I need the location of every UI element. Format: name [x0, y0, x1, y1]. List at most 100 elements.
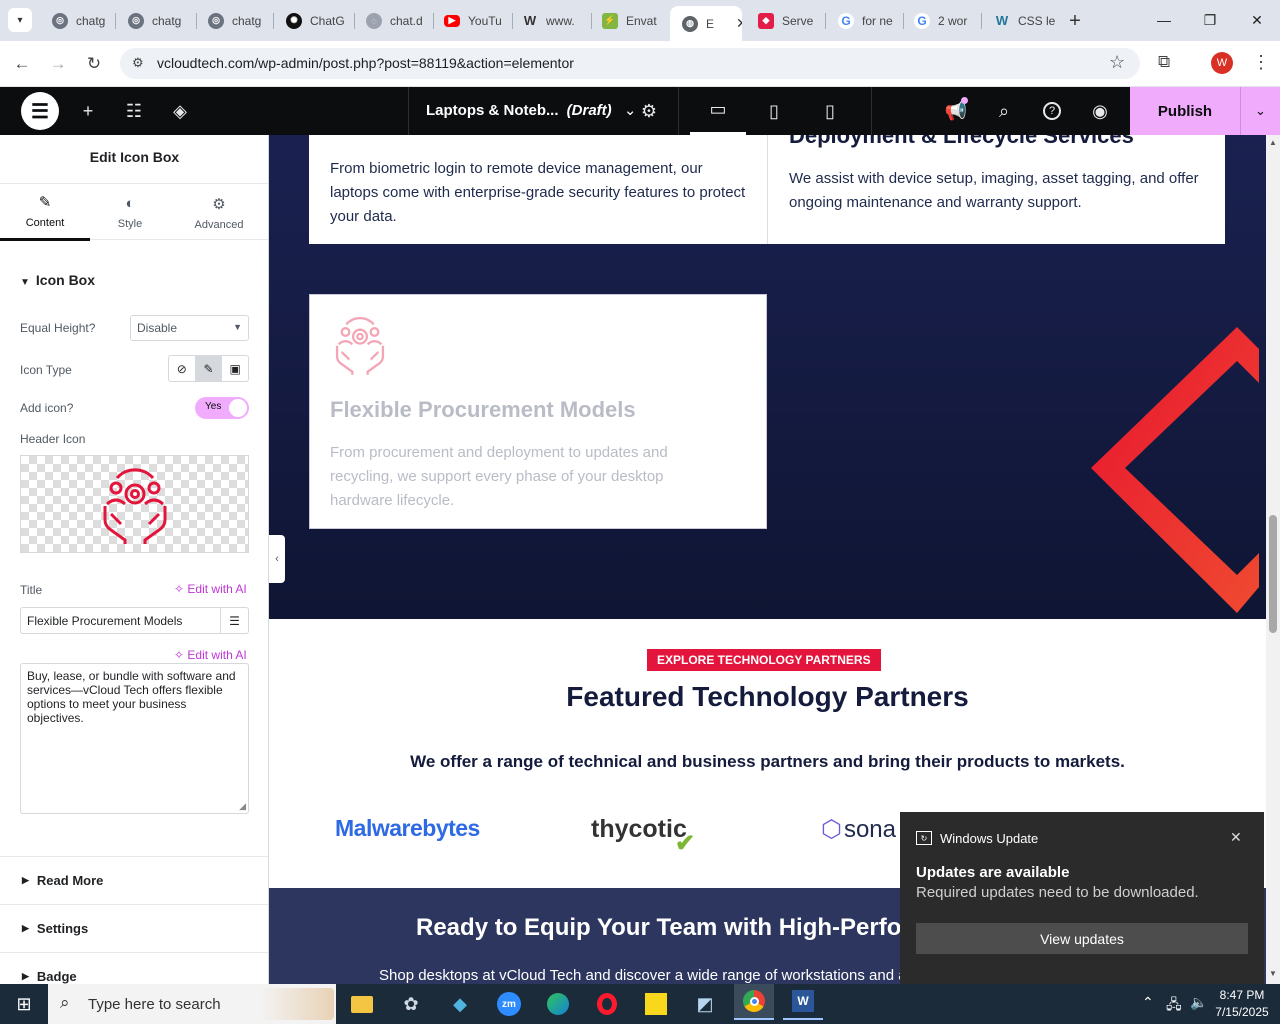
- equal-height-select[interactable]: Disable ▼: [130, 315, 249, 341]
- close-tab-icon[interactable]: ✕: [736, 15, 742, 32]
- service-card[interactable]: From biometric login to remote device ma…: [309, 135, 767, 244]
- resize-handle-icon[interactable]: ◢: [239, 799, 246, 813]
- tray-overflow-icon[interactable]: ⌃: [1142, 994, 1154, 1011]
- mobile-view-button[interactable]: ▯: [802, 87, 858, 135]
- selected-icon-box[interactable]: Flexible Procurement Models From procure…: [309, 294, 767, 529]
- notifications-button[interactable]: 📢: [940, 87, 972, 135]
- desktop-view-button[interactable]: ▭: [690, 87, 746, 135]
- new-tab-button[interactable]: +: [1062, 8, 1088, 34]
- structure-button[interactable]: ◈: [164, 87, 196, 135]
- description-textarea[interactable]: Buy, lease, or bundle with software and …: [20, 663, 249, 814]
- page-settings-button[interactable]: ⚙: [634, 87, 664, 135]
- forward-button[interactable]: →: [45, 51, 71, 77]
- scroll-up-icon[interactable]: ▲: [1269, 138, 1277, 147]
- site-settings-button[interactable]: ☷: [118, 87, 150, 135]
- view-updates-button[interactable]: View updates: [916, 923, 1248, 954]
- taskbar-zoom[interactable]: zm: [489, 988, 529, 1020]
- edit-with-ai-description-button[interactable]: ✧ Edit with AI: [174, 648, 247, 662]
- browser-tab[interactable]: G2 wor: [902, 6, 982, 35]
- canvas-scrollbar[interactable]: ▲ ▼: [1266, 135, 1280, 985]
- chatgpt-favicon-icon: ◎: [52, 12, 68, 29]
- edit-with-ai-title-button[interactable]: ✧ Edit with AI: [174, 582, 247, 596]
- add-element-button[interactable]: +: [72, 87, 104, 135]
- browser-tab[interactable]: ◎ chatg: [116, 6, 192, 35]
- browser-tab[interactable]: ▶ YouTu: [432, 6, 510, 35]
- windows-update-toast[interactable]: ↻ Windows Update ✕ Updates are available…: [900, 812, 1264, 984]
- sparkle-icon: ✧: [174, 582, 185, 596]
- taskbar-chrome[interactable]: [734, 984, 774, 1020]
- url-text[interactable]: vcloudtech.com/wp-admin/post.php?post=88…: [157, 55, 574, 71]
- browser-tab[interactable]: ◎ chatg: [40, 6, 112, 35]
- caret-down-icon: ▼: [233, 322, 242, 332]
- preview-button[interactable]: ◉: [1084, 87, 1116, 135]
- taskbar-edge[interactable]: [538, 988, 578, 1020]
- scroll-down-icon[interactable]: ▼: [1269, 969, 1277, 978]
- bookmark-star-icon[interactable]: ☆: [1109, 52, 1125, 73]
- icon-type-image[interactable]: ▣: [222, 356, 248, 381]
- taskbar-clock[interactable]: 8:47 PM 7/15/2025: [1212, 987, 1272, 1021]
- header-icon-picker[interactable]: [20, 455, 249, 553]
- taskbar-sticky-notes[interactable]: [636, 988, 676, 1020]
- start-button[interactable]: ⊞: [4, 988, 44, 1020]
- tab-search-button[interactable]: ▾: [8, 8, 32, 32]
- icon-type-none[interactable]: ⊘: [169, 356, 196, 381]
- icon-type-icon[interactable]: ✎: [195, 356, 223, 381]
- add-icon-label: Add icon?: [20, 401, 74, 415]
- service-card[interactable]: Deployment & Lifecycle Services We assis…: [767, 135, 1225, 244]
- section-settings[interactable]: ▶ Settings: [0, 904, 268, 952]
- paper-icon: ◩: [696, 993, 714, 1014]
- taskbar-app[interactable]: ◩: [685, 988, 725, 1020]
- browser-tab[interactable]: ◆ Serve: [746, 6, 826, 35]
- thycotic-logo: thycotic ✔: [591, 815, 696, 857]
- taskbar-word[interactable]: W: [783, 984, 823, 1020]
- kebab-menu-icon[interactable]: ⋮: [1252, 52, 1270, 73]
- help-button[interactable]: ?: [1036, 87, 1068, 135]
- tablet-view-button[interactable]: ▯: [746, 87, 802, 135]
- section-icon-box-header[interactable]: ▼ Icon Box: [20, 272, 95, 288]
- browser-tab[interactable]: Gfor ne: [826, 6, 902, 35]
- title-input[interactable]: Flexible Procurement Models: [20, 607, 221, 634]
- taskbar-app[interactable]: ✿: [391, 988, 431, 1020]
- reload-button[interactable]: ↻: [81, 51, 107, 77]
- tab-style[interactable]: ◐ Style: [85, 184, 175, 241]
- card-text: We assist with device setup, imaging, as…: [789, 170, 1199, 211]
- add-icon-toggle[interactable]: Yes: [195, 397, 249, 419]
- site-info-icon[interactable]: ⚙: [132, 55, 144, 71]
- section-badge[interactable]: ▶ Badge: [0, 952, 268, 985]
- publish-options-button[interactable]: ⌄: [1240, 87, 1280, 135]
- tab-content[interactable]: ✎ Content: [0, 184, 90, 241]
- finder-button[interactable]: ⌕: [988, 87, 1020, 135]
- caret-down-icon: ▼: [20, 277, 30, 288]
- tab-advanced[interactable]: ⚙ Advanced: [174, 184, 264, 241]
- document-title[interactable]: Laptops & Noteb... (Draft) ⌄: [426, 101, 636, 119]
- publish-button[interactable]: Publish: [1130, 87, 1240, 135]
- image-icon: ▣: [229, 361, 241, 376]
- toast-close-icon[interactable]: ✕: [1230, 829, 1242, 846]
- browser-tab[interactable]: ◎ chatg: [196, 6, 272, 35]
- section-read-more[interactable]: ▶ Read More: [0, 856, 268, 904]
- browser-tab[interactable]: W CSS le: [982, 6, 1058, 35]
- browser-tab[interactable]: Wwww.: [510, 6, 590, 35]
- back-button[interactable]: ←: [9, 51, 35, 77]
- taskbar-app[interactable]: ◆: [440, 988, 480, 1020]
- collapse-panel-handle[interactable]: ‹: [269, 535, 285, 583]
- extensions-icon[interactable]: ⧉: [1158, 52, 1170, 72]
- help-icon: ?: [1043, 102, 1061, 120]
- browser-tab[interactable]: ◌ chat.d: [354, 6, 432, 35]
- restore-button[interactable]: ❐: [1187, 0, 1233, 40]
- browser-tab[interactable]: ✺ ChatG: [274, 6, 352, 35]
- close-window-button[interactable]: ✕: [1234, 0, 1280, 40]
- browser-tab-active[interactable]: ◍ E ✕: [670, 6, 742, 41]
- taskbar-file-explorer[interactable]: [342, 988, 382, 1020]
- plus-icon: +: [82, 100, 94, 121]
- taskbar-opera[interactable]: [587, 988, 627, 1020]
- volume-icon[interactable]: 🔈: [1190, 994, 1207, 1011]
- dynamic-tags-button[interactable]: ☰: [221, 607, 249, 634]
- taskbar-search-box[interactable]: ⌕ Type here to search: [48, 984, 336, 1024]
- minimize-button[interactable]: —: [1141, 0, 1187, 40]
- network-icon[interactable]: 🖧: [1166, 994, 1182, 1018]
- profile-avatar[interactable]: W: [1211, 52, 1233, 74]
- scrollbar-thumb[interactable]: [1269, 515, 1277, 633]
- browser-tab[interactable]: ⚡ Envat: [590, 6, 670, 35]
- elementor-logo-button[interactable]: ☰: [20, 87, 60, 135]
